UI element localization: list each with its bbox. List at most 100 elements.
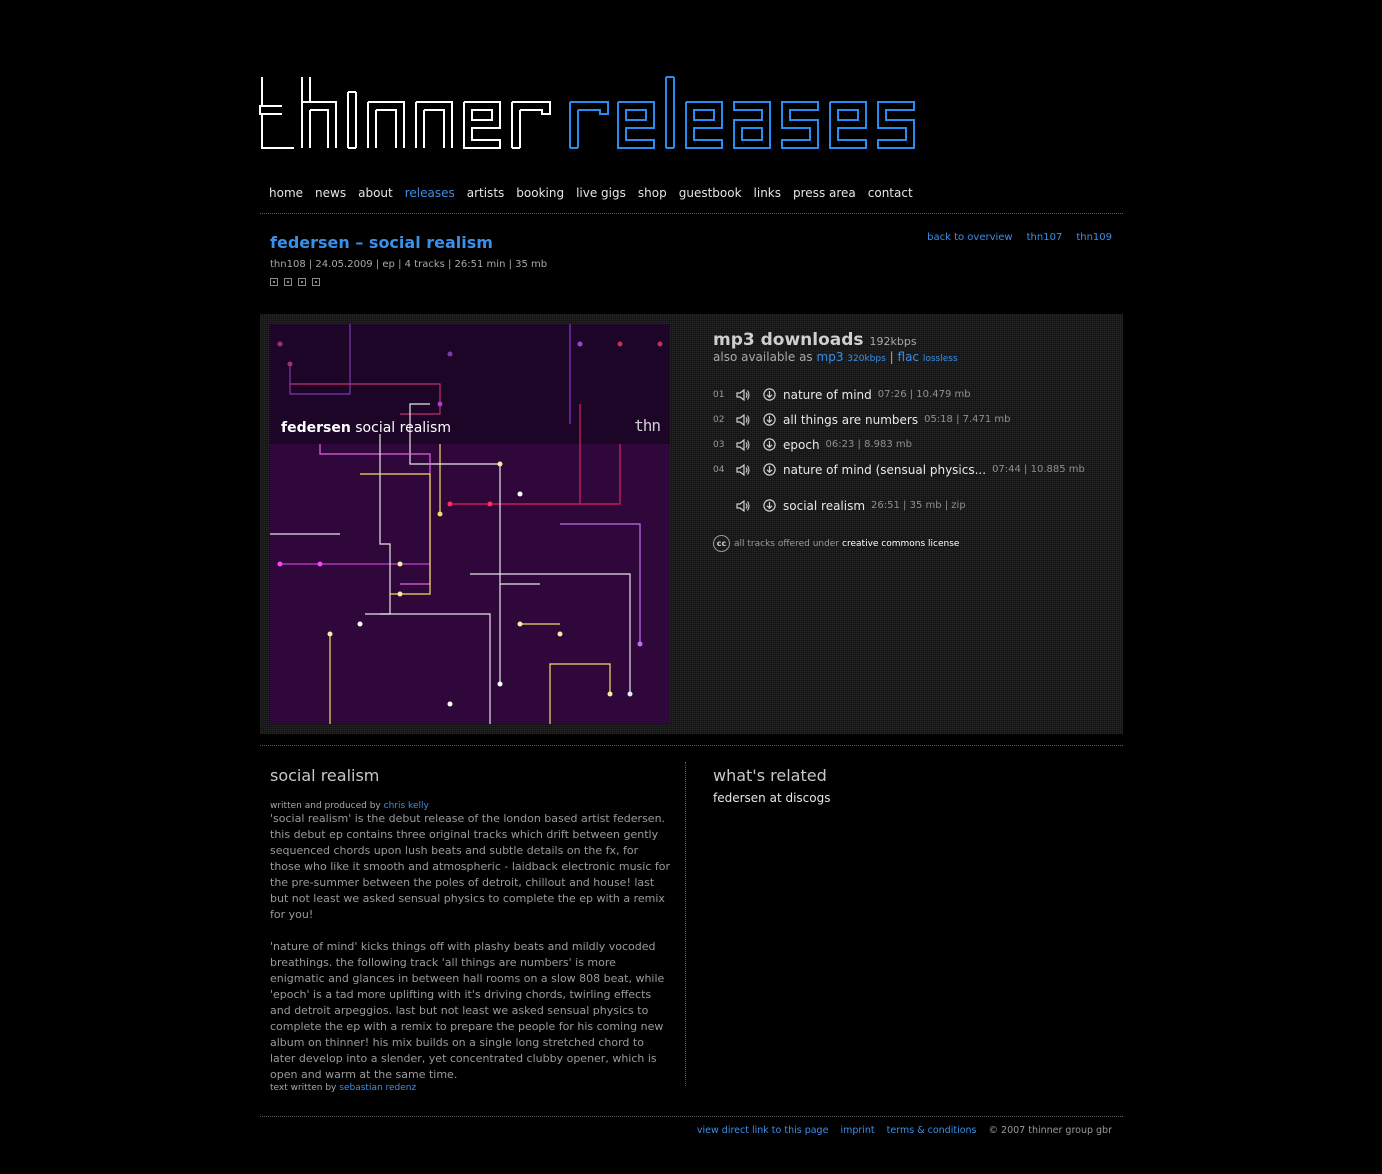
text-credit-prefix: text written by	[270, 1083, 337, 1093]
track-row-total: social realism 26:51 | 35 mb | zip	[713, 493, 1085, 518]
description-heading: social realism	[270, 766, 380, 785]
mp3-label: mp3	[816, 350, 844, 364]
nav-item-booking[interactable]: booking	[516, 186, 564, 200]
mp3-rate: 320kbps	[847, 354, 886, 364]
cover-release-title: social realism	[355, 420, 451, 436]
terms-link[interactable]: terms & conditions	[887, 1125, 977, 1136]
nav-item-press-area[interactable]: press area	[793, 186, 856, 200]
release-pager: back to overview thn107 thn109	[913, 232, 1112, 243]
flac-link[interactable]: flac lossless	[898, 350, 958, 364]
author-link[interactable]: sebastian redenz	[339, 1083, 416, 1093]
column-divider	[685, 762, 686, 1086]
producer-credit: written and produced by chris kelly	[270, 801, 670, 811]
downloads-title: mp3 downloads	[713, 330, 864, 350]
release-panel: federsen social realism thn mp3 download…	[260, 314, 1123, 734]
download-icon[interactable]	[761, 499, 777, 513]
nav-item-about[interactable]: about	[358, 186, 393, 200]
nav-item-links[interactable]: links	[754, 186, 781, 200]
nav-item-guestbook[interactable]: guestbook	[679, 186, 742, 200]
cover-label-mark: thn	[634, 416, 661, 435]
credit-prefix: written and produced by	[270, 801, 381, 811]
release-meta: thn108 | 24.05.2009 | ep | 4 tracks | 26…	[270, 259, 548, 270]
cover-title: federsen social realism	[281, 420, 451, 436]
play-speaker-icon[interactable]	[735, 413, 751, 427]
divider	[260, 213, 1123, 214]
track-info: 06:23 | 8.983 mb	[825, 439, 912, 450]
license-prefix: all tracks offered under	[734, 538, 840, 549]
flac-note: lossless	[922, 354, 958, 364]
nav-item-home[interactable]: home	[269, 186, 303, 200]
track-row: 01 nature of mind 07:26 | 10.479 mb	[713, 382, 1085, 407]
divider	[260, 1116, 1123, 1117]
cover-art[interactable]: federsen social realism thn	[270, 324, 670, 724]
back-to-overview-link[interactable]: back to overview	[927, 232, 1013, 243]
track-name[interactable]: nature of mind (sensual physics...	[783, 463, 986, 477]
view-grid-icon[interactable]	[284, 278, 292, 286]
track-name[interactable]: epoch	[783, 438, 820, 452]
divider	[260, 745, 1123, 746]
site-logo[interactable]	[258, 72, 928, 157]
play-speaker-icon[interactable]	[735, 499, 751, 513]
track-info: 07:26 | 10.479 mb	[877, 389, 971, 400]
nav-item-live-gigs[interactable]: live gigs	[576, 186, 626, 200]
nav-item-shop[interactable]: shop	[638, 186, 667, 200]
imprint-link[interactable]: imprint	[840, 1125, 874, 1136]
cover-artist: federsen	[281, 420, 351, 436]
description-paragraph: 'social realism' is the debut release of…	[270, 812, 670, 921]
alt-formats-label: also available as	[713, 350, 813, 364]
view-options	[270, 278, 326, 286]
download-icon[interactable]	[761, 463, 777, 477]
track-row: 04 nature of mind (sensual physics... 07:4…	[713, 457, 1085, 482]
main-nav: home news about releases artists booking live …	[269, 186, 925, 200]
alt-formats: also available as mp3 320kbps | flac los…	[713, 350, 958, 364]
direct-link[interactable]: view direct link to this page	[697, 1125, 829, 1136]
related-link[interactable]: federsen at discogs	[713, 791, 1113, 805]
cover-graphic	[270, 324, 670, 724]
next-release-link[interactable]: thn109	[1076, 232, 1112, 243]
view-small-icon[interactable]	[270, 278, 278, 286]
track-number: 03	[713, 439, 725, 450]
view-large-icon[interactable]	[312, 278, 320, 286]
nav-item-artists[interactable]: artists	[467, 186, 505, 200]
format-separator: |	[889, 350, 894, 364]
track-name[interactable]: all things are numbers	[783, 413, 918, 427]
license-link[interactable]: creative commons license	[842, 539, 959, 549]
related-heading: what's related	[713, 766, 827, 785]
track-list: 01 nature of mind 07:26 | 10.479 mb 02 all t…	[713, 382, 1085, 518]
description-paragraph: 'nature of mind' kicks things off with p…	[270, 940, 665, 1081]
download-icon[interactable]	[761, 413, 777, 427]
track-row: 03 epoch 06:23 | 8.983 mb	[713, 432, 1085, 457]
flac-label: flac	[897, 350, 920, 364]
nav-item-contact[interactable]: contact	[868, 186, 913, 200]
track-name[interactable]: nature of mind	[783, 388, 872, 402]
text-credit: text written by sebastian redenz	[270, 1083, 670, 1093]
release-description: social realism written and produced by c…	[270, 766, 670, 1093]
track-row: 02 all things are numbers 05:18 | 7.471 mb	[713, 407, 1085, 432]
creative-commons-icon: cc	[713, 535, 730, 552]
track-number: 02	[713, 414, 725, 425]
downloads-heading: mp3 downloads 192kbps	[713, 330, 917, 350]
download-icon[interactable]	[761, 388, 777, 402]
track-name[interactable]: social realism	[783, 499, 865, 513]
related-section: what's related federsen at discogs	[713, 766, 1113, 805]
release-title: federsen – social realism	[270, 233, 493, 252]
play-speaker-icon[interactable]	[735, 463, 751, 477]
play-speaker-icon[interactable]	[735, 388, 751, 402]
play-speaker-icon[interactable]	[735, 438, 751, 452]
copyright: © 2007 thinner group gbr	[988, 1125, 1113, 1136]
producer-link[interactable]: chris kelly	[384, 801, 429, 811]
mp3-320-link[interactable]: mp3 320kbps	[817, 350, 886, 364]
track-info: 05:18 | 7.471 mb	[924, 414, 1011, 425]
nav-item-news[interactable]: news	[315, 186, 346, 200]
view-dots-icon[interactable]	[298, 278, 306, 286]
license-note: cc all tracks offered under creative com…	[713, 535, 959, 552]
description-body: 'social realism' is the debut release of…	[270, 811, 670, 1083]
nav-item-releases[interactable]: releases	[405, 186, 455, 200]
track-number: 01	[713, 389, 725, 400]
track-info: 07:44 | 10.885 mb	[992, 464, 1085, 475]
downloads-bitrate: 192kbps	[869, 335, 917, 348]
track-info: 26:51 | 35 mb | zip	[871, 500, 966, 511]
footer: view direct link to this page imprint te…	[685, 1125, 1112, 1136]
prev-release-link[interactable]: thn107	[1027, 232, 1063, 243]
download-icon[interactable]	[761, 438, 777, 452]
